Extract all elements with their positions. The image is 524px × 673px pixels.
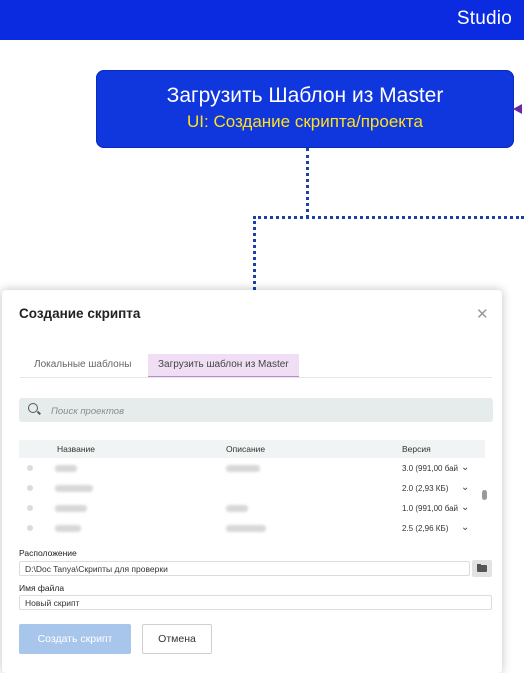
column-description: Описание bbox=[226, 444, 266, 454]
cancel-button[interactable]: Отмена bbox=[142, 624, 212, 654]
top-bar: Studio bbox=[0, 0, 524, 40]
dotted-connector bbox=[253, 216, 256, 296]
row-radio[interactable] bbox=[27, 505, 33, 511]
tabs-divider bbox=[20, 377, 492, 378]
blurred-name bbox=[55, 465, 77, 472]
slide-callout: Загрузить Шаблон из Master UI: Создание … bbox=[96, 70, 514, 148]
search-icon bbox=[28, 403, 38, 413]
blurred-name bbox=[55, 485, 93, 492]
row-radio[interactable] bbox=[27, 465, 33, 471]
location-label: Расположение bbox=[19, 548, 77, 558]
filename-field[interactable]: Новый скрипт bbox=[19, 595, 492, 610]
version-value: 1.0 (991,00 бай bbox=[402, 504, 459, 513]
close-icon[interactable]: ✕ bbox=[476, 305, 489, 323]
scrollbar-thumb[interactable] bbox=[482, 490, 487, 500]
chevron-down-icon[interactable]: ⌄ bbox=[461, 462, 469, 473]
blurred-name bbox=[55, 505, 87, 512]
version-value: 2.0 (2,93 КБ) bbox=[402, 484, 449, 493]
arrow-tip-icon bbox=[513, 104, 522, 114]
table-header: Название Описание Версия bbox=[19, 440, 485, 458]
filename-label: Имя файла bbox=[19, 583, 65, 593]
chevron-down-icon[interactable]: ⌄ bbox=[461, 482, 469, 493]
slide-subtitle: UI: Создание скрипта/проекта bbox=[187, 112, 423, 131]
blurred-description bbox=[226, 525, 266, 532]
chevron-down-icon[interactable]: ⌄ bbox=[461, 502, 469, 513]
create-script-button[interactable]: Создать скрипт bbox=[19, 624, 131, 654]
blurred-name bbox=[55, 525, 81, 532]
dotted-connector bbox=[306, 148, 309, 218]
blurred-description bbox=[226, 465, 260, 472]
dialog-title: Создание скрипта bbox=[19, 306, 141, 321]
row-radio[interactable] bbox=[27, 485, 33, 491]
blurred-description bbox=[226, 505, 248, 512]
tab-load-from-master[interactable]: Загрузить шаблон из Master bbox=[148, 354, 299, 378]
row-radio[interactable] bbox=[27, 525, 33, 531]
dotted-connector bbox=[253, 216, 524, 219]
table-row[interactable]: 1.0 (991,00 бай ⌄ bbox=[19, 500, 485, 518]
table-row[interactable]: 2.0 (2,93 КБ) ⌄ bbox=[19, 480, 485, 498]
create-script-dialog: Создание скрипта ✕ Локальные шаблоны Заг… bbox=[2, 290, 502, 673]
table-row[interactable]: 3.0 (991,00 бай ⌄ bbox=[19, 460, 485, 478]
studio-title: Studio bbox=[456, 8, 512, 29]
location-field[interactable]: D:\Doc Tanya\Скрипты для проверки bbox=[19, 561, 470, 576]
tab-local-templates[interactable]: Локальные шаблоны bbox=[24, 354, 141, 376]
version-value: 2.5 (2,96 КБ) bbox=[402, 524, 449, 533]
search-input[interactable] bbox=[49, 400, 483, 422]
slide-title: Загрузить Шаблон из Master bbox=[166, 84, 444, 107]
column-version: Версия bbox=[402, 444, 431, 454]
folder-icon[interactable] bbox=[472, 560, 492, 577]
version-value: 3.0 (991,00 бай bbox=[402, 464, 459, 473]
table-row[interactable]: 2.5 (2,96 КБ) ⌄ bbox=[19, 520, 485, 538]
search-bar bbox=[19, 398, 493, 422]
column-name: Название bbox=[57, 444, 95, 454]
chevron-down-icon[interactable]: ⌄ bbox=[461, 522, 469, 533]
